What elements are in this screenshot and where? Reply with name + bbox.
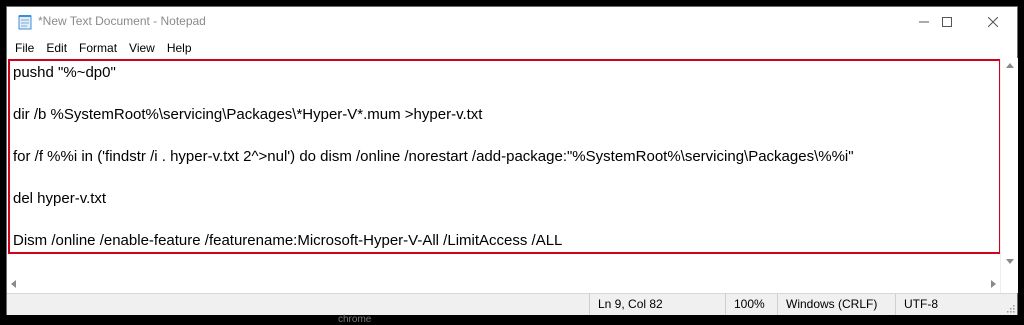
resize-grip-icon[interactable] [1005,303,1015,313]
notepad-icon [18,15,32,30]
menu-bar: File Edit Format View Help [7,38,1017,58]
scroll-right-icon[interactable] [991,280,996,288]
menu-help[interactable]: Help [165,41,194,55]
status-bar: Ln 9, Col 82 100% Windows (CRLF) UTF-8 [7,293,1017,315]
annotation-highlight-box [8,59,1001,254]
horizontal-scrollbar[interactable] [7,275,1000,292]
menu-view[interactable]: View [127,41,157,55]
close-button[interactable] [970,7,1016,37]
close-icon [988,17,998,27]
status-encoding: UTF-8 [895,294,995,315]
status-cursor-position: Ln 9, Col 82 [589,294,725,315]
status-line-ending: Windows (CRLF) [777,294,895,315]
vertical-scrollbar[interactable] [1000,58,1018,293]
window-title: *New Text Document - Notepad [38,14,206,28]
menu-format[interactable]: Format [77,41,119,55]
scroll-up-icon[interactable] [1006,63,1014,68]
scroll-left-icon[interactable] [11,280,16,288]
title-bar[interactable]: *New Text Document - Notepad [7,7,1017,37]
menu-file[interactable]: File [13,41,36,55]
menu-edit[interactable]: Edit [44,41,69,55]
maximize-icon [942,17,952,27]
scroll-down-icon[interactable] [1006,259,1014,264]
notepad-window: *New Text Document - Notepad File Edit F… [6,6,1018,315]
background-window-peek: chrome [338,314,372,325]
status-zoom: 100% [725,294,777,315]
maximize-button[interactable] [924,7,970,37]
